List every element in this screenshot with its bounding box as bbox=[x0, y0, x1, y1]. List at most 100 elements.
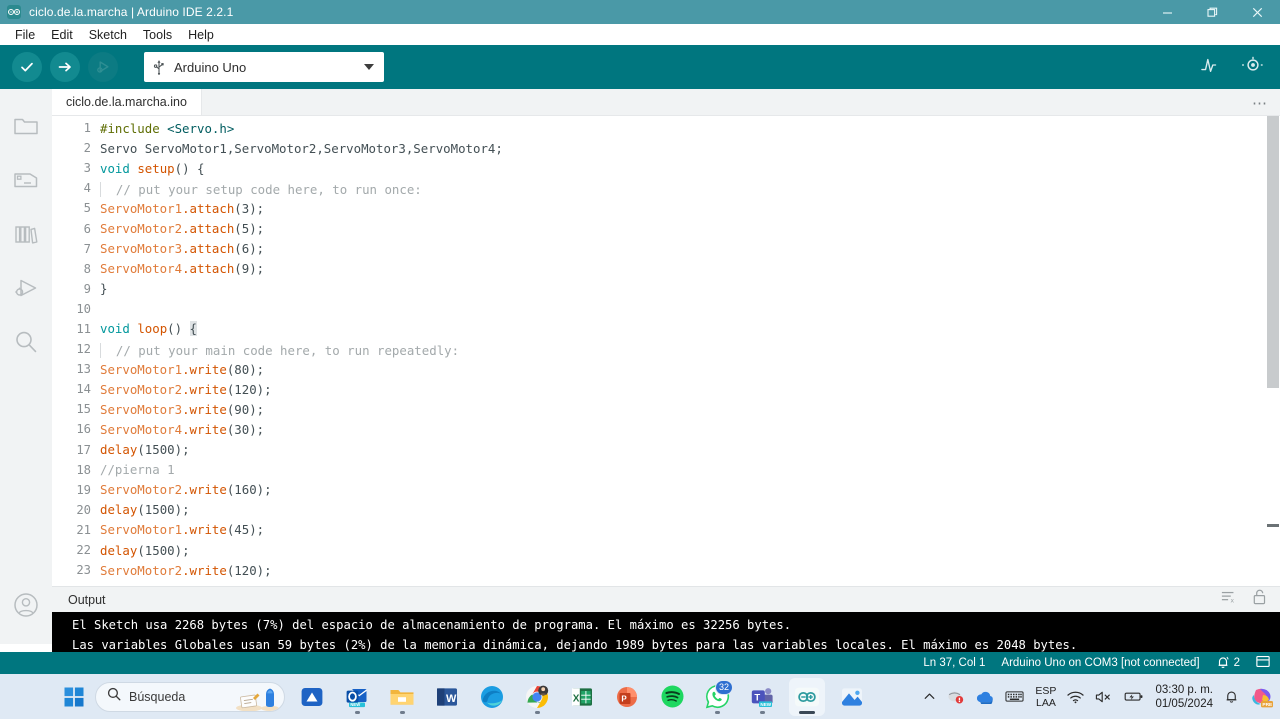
code-line[interactable]: 12 // put your main code here, to run re… bbox=[52, 339, 1280, 359]
tray-overflow-button[interactable] bbox=[923, 690, 936, 703]
taskbar-app-file-explorer[interactable] bbox=[384, 678, 420, 716]
tab-ciclo-de-la-marcha[interactable]: ciclo.de.la.marcha.ino bbox=[52, 89, 202, 115]
taskbar-app-edge[interactable] bbox=[474, 678, 510, 716]
taskbar-app-spotify[interactable] bbox=[654, 678, 690, 716]
scrollbar-thumb[interactable] bbox=[1267, 116, 1279, 388]
menu-edit[interactable]: Edit bbox=[43, 25, 81, 45]
code-line[interactable]: 16 ServoMotor4.write(30); bbox=[52, 419, 1280, 439]
menu-file[interactable]: File bbox=[7, 25, 43, 45]
sidebar-item-library-manager[interactable] bbox=[0, 209, 52, 263]
tab-more-menu[interactable]: ⋯ bbox=[1252, 89, 1268, 116]
sidebar-item-boards-manager[interactable] bbox=[0, 155, 52, 209]
code-line[interactable]: 5 ServoMotor1.attach(3); bbox=[52, 198, 1280, 218]
status-panel-toggle[interactable] bbox=[1256, 655, 1270, 671]
code-line-text: ServoMotor2.write(120); bbox=[100, 382, 272, 397]
tray-language-indicator[interactable]: ESP LAA bbox=[1035, 685, 1056, 709]
minimize-button[interactable] bbox=[1145, 0, 1190, 24]
code-token: delay bbox=[100, 502, 138, 518]
code-line[interactable]: 6 ServoMotor2.attach(5); bbox=[52, 218, 1280, 238]
taskbar-app-excel[interactable]: X bbox=[564, 678, 600, 716]
maximize-button[interactable] bbox=[1190, 0, 1235, 24]
code-line[interactable]: 21 ServoMotor1.write(45); bbox=[52, 520, 1280, 540]
tray-notifications-bell-icon[interactable] bbox=[1224, 689, 1239, 704]
tray-time: 03:30 p. m. bbox=[1155, 683, 1213, 696]
code-line[interactable]: 20 delay(1500); bbox=[52, 500, 1280, 520]
code-editor[interactable]: 1 #include <Servo.h> 2 Servo ServoMotor1,Se… bbox=[52, 116, 1280, 586]
code-line-text: ServoMotor2.attach(5); bbox=[100, 221, 264, 236]
running-indicator bbox=[759, 710, 765, 714]
status-board-port[interactable]: Arduino Uno on COM3 [not connected] bbox=[1001, 657, 1199, 669]
output-line: Las variables Globales usan 59 bytes (2%… bbox=[72, 638, 1078, 652]
debug-button[interactable] bbox=[88, 52, 118, 82]
code-line[interactable]: 18 //pierna 1 bbox=[52, 460, 1280, 480]
windows-start-icon[interactable] bbox=[62, 685, 86, 709]
taskbar-app-chrome[interactable] bbox=[519, 678, 555, 716]
taskbar-app-word[interactable]: W bbox=[429, 678, 465, 716]
upload-button[interactable] bbox=[50, 52, 80, 82]
lock-icon[interactable] bbox=[1253, 589, 1266, 610]
code-line-text: // put your setup code here, to run once… bbox=[100, 179, 422, 198]
close-button[interactable] bbox=[1235, 0, 1280, 24]
menu-tools[interactable]: Tools bbox=[135, 25, 180, 45]
sidebar-item-debug[interactable] bbox=[0, 263, 52, 317]
code-token: .attach bbox=[182, 200, 235, 216]
code-line[interactable]: 4 // put your setup code here, to run on… bbox=[52, 178, 1280, 198]
tray-antivirus-icon[interactable] bbox=[947, 689, 964, 704]
taskbar-app-powerpoint[interactable]: P bbox=[609, 678, 645, 716]
tray-wifi-icon[interactable] bbox=[1067, 690, 1085, 704]
code-line[interactable]: 17 delay(1500); bbox=[52, 440, 1280, 460]
taskbar-app-photos[interactable] bbox=[834, 678, 870, 716]
taskbar-app-snipping-tool[interactable] bbox=[294, 678, 330, 716]
code-line[interactable]: 15 ServoMotor3.write(90); bbox=[52, 399, 1280, 419]
code-line[interactable]: 19 ServoMotor2.write(160); bbox=[52, 480, 1280, 500]
tray-keyboard-icon[interactable] bbox=[1005, 690, 1024, 703]
code-line[interactable]: 3 void setup() { bbox=[52, 158, 1280, 178]
tray-battery-charging-icon[interactable] bbox=[1124, 690, 1144, 703]
board-selector[interactable]: Arduino Uno bbox=[144, 52, 384, 82]
code-line[interactable]: 13 ServoMotor1.write(80); bbox=[52, 359, 1280, 379]
clear-output-icon[interactable]: x bbox=[1221, 590, 1237, 609]
verify-button[interactable] bbox=[12, 52, 42, 82]
code-line[interactable]: 14 ServoMotor2.write(120); bbox=[52, 379, 1280, 399]
tray-clock[interactable]: 03:30 p. m. 01/05/2024 bbox=[1155, 683, 1213, 711]
taskbar-app-outlook-new[interactable]: NEW bbox=[339, 678, 375, 716]
search-icon bbox=[107, 687, 121, 706]
status-notifications[interactable]: 2 bbox=[1216, 655, 1240, 672]
code-line[interactable]: 7 ServoMotor3.attach(6); bbox=[52, 239, 1280, 259]
code-token: #include bbox=[100, 120, 168, 136]
code-lines: 1 #include <Servo.h> 2 Servo ServoMotor1,Se… bbox=[52, 118, 1280, 580]
code-line[interactable]: 10 bbox=[52, 299, 1280, 319]
code-line[interactable]: 2 Servo ServoMotor1,ServoMotor2,ServoMoto… bbox=[52, 138, 1280, 158]
code-line-text: ServoMotor2.write(120); bbox=[100, 563, 272, 578]
line-number: 3 bbox=[83, 161, 91, 176]
menu-help[interactable]: Help bbox=[180, 25, 222, 45]
taskbar-app-arduino-ide[interactable] bbox=[789, 677, 825, 716]
sidebar-item-sketchbook[interactable] bbox=[0, 101, 52, 155]
line-number: 23 bbox=[76, 563, 91, 578]
output-panel-body[interactable]: El Sketch usa 2268 bytes (7%) del espaci… bbox=[52, 612, 1280, 652]
code-line[interactable]: 8 ServoMotor4.attach(9); bbox=[52, 259, 1280, 279]
serial-monitor-icon[interactable] bbox=[1240, 55, 1266, 80]
tray-onedrive-icon[interactable] bbox=[975, 690, 994, 704]
taskbar-app-whatsapp[interactable]: 32 bbox=[699, 678, 735, 716]
code-line[interactable]: 9} bbox=[52, 279, 1280, 299]
title-bar: ciclo.de.la.marcha | Arduino IDE 2.2.1 bbox=[0, 0, 1280, 24]
code-token: .write bbox=[182, 381, 227, 397]
code-line[interactable]: 1 #include <Servo.h> bbox=[52, 118, 1280, 138]
svg-text:x: x bbox=[1230, 597, 1234, 604]
code-line[interactable]: 22 delay(1500); bbox=[52, 540, 1280, 560]
serial-plotter-icon[interactable] bbox=[1200, 55, 1222, 80]
sidebar-item-search[interactable] bbox=[0, 317, 52, 371]
tray-copilot-icon[interactable]: PRE bbox=[1250, 686, 1274, 708]
editor-vertical-scrollbar[interactable] bbox=[1266, 116, 1280, 586]
code-line[interactable]: 11 void loop() { bbox=[52, 319, 1280, 339]
status-cursor-position[interactable]: Ln 37, Col 1 bbox=[923, 657, 985, 669]
tray-volume-muted-icon[interactable] bbox=[1095, 690, 1113, 704]
account-button[interactable] bbox=[0, 580, 52, 634]
code-token: // put your setup code here, to run once… bbox=[101, 182, 422, 198]
taskbar-center: Búsqueda NEW W X P 32 T NEW bbox=[62, 677, 870, 716]
taskbar-search[interactable]: Búsqueda bbox=[95, 681, 285, 712]
code-line[interactable]: 23 ServoMotor2.write(120); bbox=[52, 560, 1280, 580]
taskbar-app-teams[interactable]: T NEW bbox=[744, 678, 780, 716]
menu-sketch[interactable]: Sketch bbox=[81, 25, 135, 45]
